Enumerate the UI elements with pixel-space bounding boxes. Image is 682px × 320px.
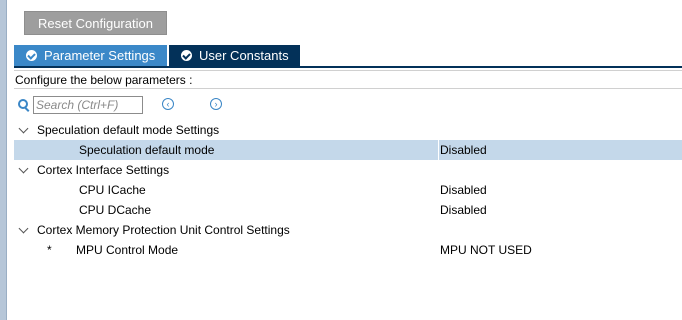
group-label: Speculation default mode Settings: [37, 123, 220, 137]
tab-parameter-settings[interactable]: Parameter Settings: [14, 45, 167, 66]
param-value[interactable]: Disabled: [440, 180, 487, 200]
tab-user-constants[interactable]: User Constants: [169, 45, 300, 66]
check-circle-icon: [26, 50, 37, 61]
param-label: CPU DCache: [79, 203, 152, 217]
group-row-speculation[interactable]: Speculation default mode Settings: [14, 120, 682, 140]
param-row-cpu-dcache[interactable]: CPU DCache Disabled: [14, 200, 682, 220]
chevron-down-icon[interactable]: [18, 163, 29, 174]
parameter-tree: Speculation default mode Settings Specul…: [14, 120, 682, 260]
check-circle-icon: [181, 50, 192, 61]
reset-configuration-button[interactable]: Reset Configuration: [24, 11, 167, 35]
search-icon[interactable]: [18, 99, 30, 111]
left-panel-edge: [0, 0, 7, 320]
search-row: Search (Ctrl+F): [18, 95, 143, 115]
next-match-button[interactable]: ›: [210, 98, 222, 110]
chevron-down-icon[interactable]: [18, 223, 29, 234]
param-value[interactable]: Disabled: [438, 140, 682, 160]
tab-bar: Parameter Settings User Constants: [14, 45, 300, 67]
group-row-cortex-mpu[interactable]: Cortex Memory Protection Unit Control Se…: [14, 220, 682, 240]
tab-label: Parameter Settings: [44, 48, 156, 63]
config-hint: Configure the below parameters :: [14, 70, 682, 89]
param-value[interactable]: Disabled: [440, 200, 487, 220]
param-row-cpu-icache[interactable]: CPU ICache Disabled: [14, 180, 682, 200]
param-label: CPU ICache: [79, 183, 146, 197]
param-value[interactable]: MPU NOT USED: [440, 240, 532, 260]
search-input[interactable]: Search (Ctrl+F): [33, 96, 143, 114]
group-row-cortex-interface[interactable]: Cortex Interface Settings: [14, 160, 682, 180]
previous-match-button[interactable]: ‹: [162, 98, 174, 110]
param-row-mpu-control-mode[interactable]: * MPU Control Mode MPU NOT USED: [14, 240, 682, 260]
required-marker: *: [47, 243, 52, 257]
group-label: Cortex Memory Protection Unit Control Se…: [37, 223, 290, 237]
group-label: Cortex Interface Settings: [37, 163, 170, 177]
param-label: MPU Control Mode: [76, 243, 179, 257]
param-label: Speculation default mode: [79, 143, 215, 157]
tab-label: User Constants: [199, 48, 289, 63]
tab-underline: [14, 66, 682, 68]
param-row-speculation-default-mode[interactable]: Speculation default mode Disabled: [14, 140, 682, 160]
chevron-down-icon[interactable]: [18, 123, 29, 134]
